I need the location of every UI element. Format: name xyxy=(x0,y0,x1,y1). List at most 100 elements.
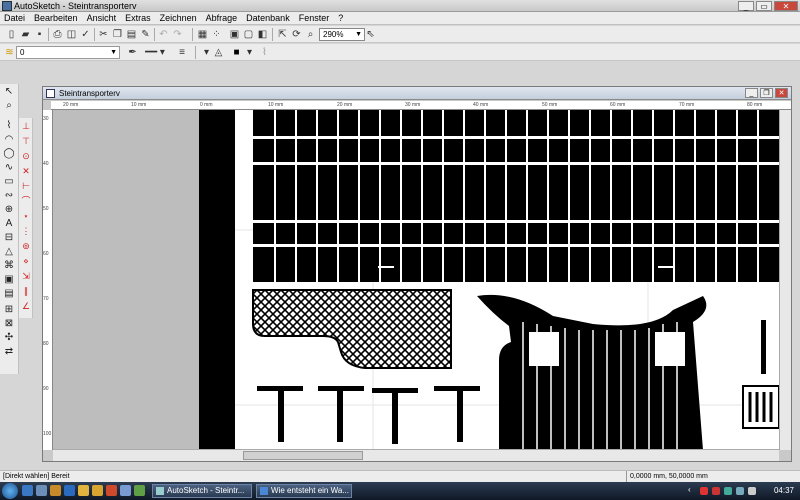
redo-icon[interactable]: ↷ xyxy=(171,28,184,41)
text-icon[interactable]: A xyxy=(2,218,16,230)
menu-bearbeiten[interactable]: Bearbeiten xyxy=(34,12,78,24)
quicklaunch-icon[interactable] xyxy=(50,485,61,496)
tray-icon[interactable] xyxy=(724,487,732,495)
format-painter-icon[interactable]: ✎ xyxy=(139,28,152,41)
pen-color-icon[interactable]: ✒ xyxy=(126,46,139,59)
grid-icon[interactable]: ▦ xyxy=(196,28,209,41)
rectangle-icon[interactable]: ▭ xyxy=(2,176,16,188)
close-icon[interactable]: ✕ xyxy=(774,1,798,11)
brush-icon[interactable]: ⌇ xyxy=(258,46,271,59)
horizontal-scrollbar[interactable] xyxy=(53,449,779,461)
quicklaunch-icon[interactable] xyxy=(64,485,75,496)
quicklaunch-icon[interactable] xyxy=(92,485,103,496)
snap-parallel-icon[interactable]: ∥ xyxy=(20,285,32,297)
save-icon[interactable]: ▪ xyxy=(33,28,46,41)
quicklaunch-icon[interactable] xyxy=(106,485,117,496)
circle-icon[interactable]: ◯ xyxy=(2,148,16,160)
spline-icon[interactable]: ∾ xyxy=(2,190,16,202)
tray-icon[interactable] xyxy=(712,487,720,495)
quicklaunch-icon[interactable] xyxy=(78,485,89,496)
zoom-icon[interactable]: ⌕ xyxy=(304,28,317,41)
quicklaunch-icon[interactable] xyxy=(22,485,33,496)
minimize-icon[interactable]: _ xyxy=(745,88,758,98)
zoom-realtime-icon[interactable]: ⟳ xyxy=(290,28,303,41)
quicklaunch-icon[interactable] xyxy=(134,485,145,496)
measure-icon[interactable]: ⊠ xyxy=(2,318,16,330)
snap-extension-icon[interactable]: ⇲ xyxy=(20,270,32,282)
menu-fenster[interactable]: Fenster xyxy=(299,12,330,24)
cut-icon[interactable]: ✂ xyxy=(97,28,110,41)
snap-perpendicular-icon[interactable]: ⊢ xyxy=(20,180,32,192)
hatch-icon[interactable]: △ xyxy=(2,246,16,258)
menu-datei[interactable]: Datei xyxy=(4,12,25,24)
frame-icon[interactable]: ▢ xyxy=(242,28,255,41)
curve-icon[interactable]: ∿ xyxy=(2,162,16,174)
help-pointer-icon[interactable]: ⇖ xyxy=(364,28,377,41)
minimize-icon[interactable]: _ xyxy=(738,1,754,11)
tray-expand-icon[interactable]: ‹ xyxy=(688,485,691,494)
object-icon[interactable]: ◧ xyxy=(256,28,269,41)
clock[interactable]: 04:37 xyxy=(774,482,794,500)
restore-icon[interactable]: ❐ xyxy=(760,88,773,98)
line-width-select[interactable]: ━━ ▾ xyxy=(140,46,170,59)
quicklaunch-icon[interactable] xyxy=(36,485,47,496)
layers-icon[interactable]: ≋ xyxy=(3,46,16,59)
zoom-select[interactable]: 290% ▼ xyxy=(319,28,365,41)
ole-object-icon[interactable]: ▤ xyxy=(2,288,16,300)
menu-zeichnen[interactable]: Zeichnen xyxy=(160,12,197,24)
line-style-icon[interactable]: ≡ xyxy=(175,46,189,59)
snap-quadrant-icon[interactable]: ⊚ xyxy=(20,240,32,252)
open-folder-icon[interactable]: ▰ xyxy=(19,28,32,41)
arc-icon[interactable]: ◠ xyxy=(2,134,16,146)
start-button[interactable] xyxy=(2,483,18,499)
undo-icon[interactable]: ↶ xyxy=(157,28,170,41)
maximize-icon[interactable]: ▭ xyxy=(756,1,772,11)
snap-nearest-icon[interactable]: ⋆ xyxy=(20,210,32,222)
snap-tangent-icon[interactable]: ⌒ xyxy=(20,195,32,207)
image-icon[interactable]: ▣ xyxy=(2,274,16,286)
select-arrow-icon[interactable]: ↖ xyxy=(2,86,16,98)
point-icon[interactable]: ⊕ xyxy=(2,204,16,216)
vertical-scrollbar[interactable] xyxy=(779,110,791,450)
snap-center-icon[interactable]: ⊙ xyxy=(20,150,32,162)
tray-icon[interactable] xyxy=(700,487,708,495)
snap-grid-icon[interactable]: ⋮ xyxy=(20,225,32,237)
snap-intersection-icon[interactable]: ✕ xyxy=(20,165,32,177)
mirror-icon[interactable]: ⇄ xyxy=(2,346,16,358)
fill-color-icon[interactable]: ◬ xyxy=(212,46,225,59)
scrollbar-thumb[interactable] xyxy=(243,451,363,460)
menu-datenbank[interactable]: Datenbank xyxy=(246,12,290,24)
layout-icon[interactable]: ▣ xyxy=(228,28,241,41)
spellcheck-icon[interactable]: ✓ xyxy=(79,28,92,41)
dropdown-icon[interactable]: ▾ xyxy=(243,46,256,59)
new-file-icon[interactable]: ▯ xyxy=(5,28,18,41)
snap-icon[interactable]: ⁘ xyxy=(210,28,223,41)
snap-node-icon[interactable]: ⋄ xyxy=(20,255,32,267)
menu-extras[interactable]: Extras xyxy=(125,12,151,24)
network-icon[interactable] xyxy=(736,487,744,495)
paste-icon[interactable]: ▤ xyxy=(125,28,138,41)
close-icon[interactable]: ✕ xyxy=(775,88,788,98)
quicklaunch-icon[interactable] xyxy=(120,485,131,496)
snap-endpoint-icon[interactable]: ⊥ xyxy=(20,120,32,132)
volume-icon[interactable] xyxy=(748,487,756,495)
zoom-tool-icon[interactable]: ⌕ xyxy=(2,100,16,112)
polyline-icon[interactable]: ⌇ xyxy=(2,120,16,132)
fill-swatch-icon[interactable]: ■ xyxy=(230,46,243,59)
dimension-icon[interactable]: ⊟ xyxy=(2,232,16,244)
menu-ansicht[interactable]: Ansicht xyxy=(87,12,117,24)
layer-select[interactable]: 0 ▼ xyxy=(16,46,120,59)
print-preview-icon[interactable]: ◫ xyxy=(65,28,78,41)
edit-icon[interactable]: ⊞ xyxy=(2,304,16,316)
drawing-canvas[interactable] xyxy=(53,110,779,450)
print-icon[interactable]: ⎙ xyxy=(51,28,64,41)
menu-help[interactable]: ? xyxy=(338,12,343,24)
symbol-icon[interactable]: ⌘ xyxy=(2,260,16,272)
snap-angle-icon[interactable]: ∠ xyxy=(20,300,32,312)
snap-midpoint-icon[interactable]: ⊤ xyxy=(20,135,32,147)
menu-abfrage[interactable]: Abfrage xyxy=(206,12,238,24)
task-autosketch[interactable]: AutoSketch - Steintr... xyxy=(152,484,252,498)
task-browser[interactable]: Wie entsteht ein Wa... xyxy=(256,484,352,498)
copy-icon[interactable]: ❐ xyxy=(111,28,124,41)
move-icon[interactable]: ✣ xyxy=(2,332,16,344)
